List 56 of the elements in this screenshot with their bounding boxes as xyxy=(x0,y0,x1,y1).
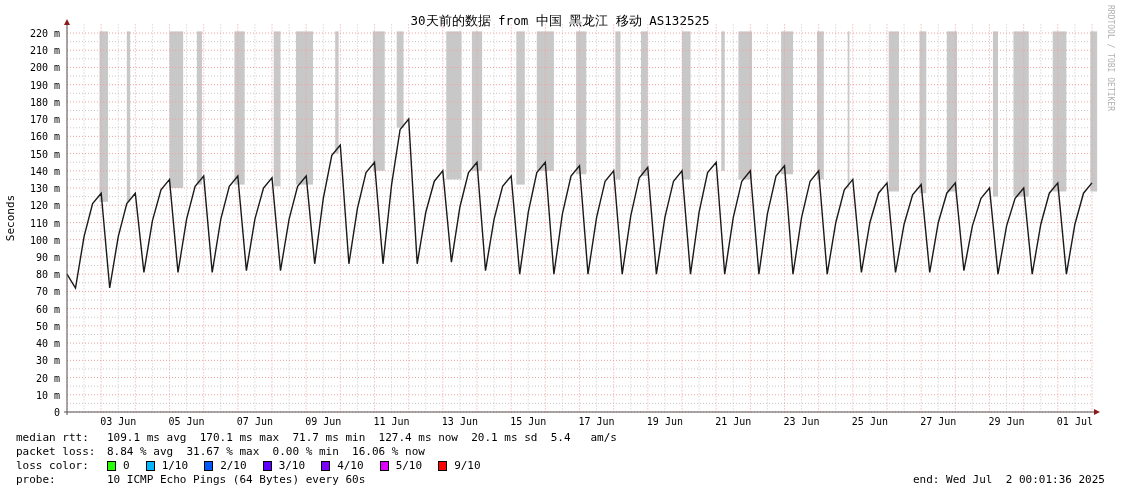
y-tick-label: 140 m xyxy=(29,165,60,177)
y-tick-label: 220 m xyxy=(29,28,60,39)
probe-description: 10 ICMP Echo Pings (64 Bytes) every 60s xyxy=(107,473,366,487)
x-tick-label: 19 Jun xyxy=(646,416,683,427)
x-tick-label: 01 Jul xyxy=(1056,416,1093,427)
x-tick-label: 11 Jun xyxy=(373,416,410,427)
y-tick-label: 200 m xyxy=(29,62,60,74)
y-tick-label: 110 m xyxy=(29,217,60,229)
y-axis-label: Seconds xyxy=(4,194,17,242)
loss-level: 0 xyxy=(123,459,130,473)
y-tick-label: 0 xyxy=(53,407,60,418)
y-tick-label: 10 m xyxy=(35,389,60,401)
x-tick-label: 13 Jun xyxy=(441,416,478,427)
y-tick-label: 180 m xyxy=(29,96,60,108)
x-tick-label: 27 Jun xyxy=(920,416,957,427)
y-tick-label: 190 m xyxy=(29,79,60,91)
y-tick-label: 30 m xyxy=(35,355,60,367)
y-tick-label: 210 m xyxy=(29,45,60,57)
y-tick-label: 20 m xyxy=(35,372,60,384)
legend-label: median rtt: xyxy=(16,431,90,445)
y-tick-label: 70 m xyxy=(35,286,60,298)
chart-title: 30天前的数据 from 中国 黑龙江 移动 AS132525 xyxy=(410,13,710,28)
legend-label: probe: xyxy=(16,473,57,487)
y-tick-label: 170 m xyxy=(29,114,60,126)
loss-level: 2/10 xyxy=(220,459,247,473)
y-tick-label: 160 m xyxy=(29,131,60,143)
x-tick-label: 25 Jun xyxy=(851,416,888,427)
y-tick-label: 50 m xyxy=(35,320,60,332)
y-tick-label: 130 m xyxy=(29,183,60,195)
y-tick-label: 90 m xyxy=(35,251,60,263)
loss-level: 9/10 xyxy=(454,459,481,473)
loss-level: 1/10 xyxy=(161,459,189,473)
loss-level: 5/10 xyxy=(395,459,423,473)
x-tick-label: 03 Jun xyxy=(100,416,137,427)
legend-label: loss color: xyxy=(16,459,90,473)
loss-level: 3/10 xyxy=(278,459,306,473)
x-tick-label: 15 Jun xyxy=(510,416,547,427)
y-tick-label: 80 m xyxy=(35,269,60,281)
y-tick-label: 100 m xyxy=(29,234,60,246)
end-timestamp: end: Wed Jul 2 00:01:36 2025 xyxy=(912,473,1105,487)
x-tick-label: 17 Jun xyxy=(578,416,615,427)
legend-values: 8.84 % avg 31.67 % max 0.00 % min 16.06 % now xyxy=(107,445,425,459)
x-tick-label: 29 Jun xyxy=(988,416,1025,427)
legend-label: packet loss: xyxy=(16,445,97,459)
x-tick-label: 23 Jun xyxy=(783,416,820,427)
y-tick-label: 40 m xyxy=(35,338,60,350)
x-tick-label: 21 Jun xyxy=(715,416,752,427)
y-tick-label: 150 m xyxy=(29,148,60,160)
loss-level: 4/10 xyxy=(337,459,364,473)
legend-values: 109.1 ms avg 170.1 ms max 71.7 ms min 127.4 ms now 20.1 ms sd 5.4 am/s xyxy=(107,431,617,445)
x-tick-label: 09 Jun xyxy=(305,416,342,427)
rrdtool-credit: RRDTOOL / TOBI OETIKER xyxy=(1106,5,1115,111)
x-tick-label: 07 Jun xyxy=(236,416,273,427)
y-tick-label: 120 m xyxy=(29,200,60,212)
x-tick-label: 05 Jun xyxy=(168,416,205,427)
y-tick-label: 60 m xyxy=(35,303,60,315)
